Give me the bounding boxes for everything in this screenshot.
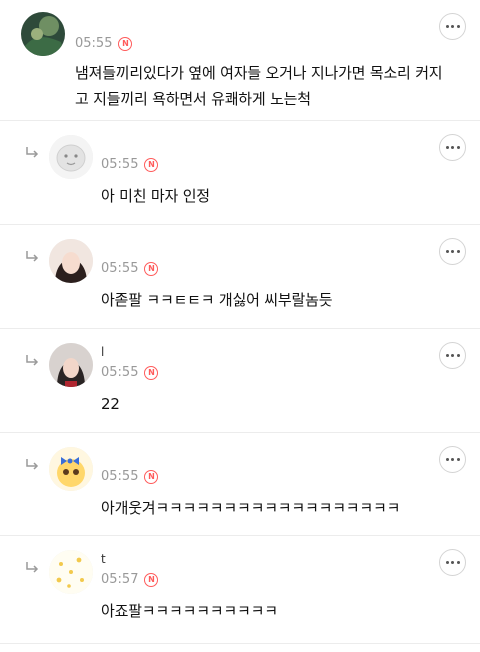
- reply-arrow-icon: [26, 562, 39, 573]
- reply-item: 05:55 N 아졷팔 ㅋㅋㅌㅌㅋ 개싫어 씨부랄놈듯: [0, 225, 480, 329]
- comment-list: 05:55 N 냄져들끼리있다가 옆에 여자들 오거나 지나가면 목소리 커지고…: [0, 0, 480, 644]
- more-icon: [445, 458, 449, 461]
- avatar[interactable]: [49, 239, 93, 283]
- timestamp: 05:55: [75, 36, 113, 51]
- comment-text: 냄져들끼리있다가 옆에 여자들 오거나 지나가면 목소리 커지고 지들끼리 욕하…: [75, 64, 443, 108]
- comment-meta: 05:55 N: [101, 157, 159, 172]
- new-badge-icon: N: [144, 157, 159, 172]
- reply-arrow-icon: [26, 355, 39, 366]
- comment-text: 아개웃겨ㅋㅋㅋㅋㅋㅋㅋㅋㅋㅋㅋㅋㅋㅋㅋㅋㅋㅋ: [101, 499, 401, 517]
- reply-item: l 05:55 N 22: [0, 329, 480, 433]
- more-button[interactable]: [439, 13, 466, 40]
- new-badge-icon: N: [144, 572, 159, 587]
- comment-meta: 05:55 N: [75, 36, 133, 51]
- reply-item: t 05:57 N 아죠팔ㅋㅋㅋㅋㅋㅋㅋㅋㅋㅋ: [0, 536, 480, 644]
- new-badge-icon: N: [118, 36, 133, 51]
- timestamp: 05:55: [101, 469, 139, 484]
- timestamp: 05:55: [101, 365, 139, 380]
- comment-text: 아졷팔 ㅋㅋㅌㅌㅋ 개싫어 씨부랄놈듯: [101, 291, 333, 309]
- reply-arrow-icon: [26, 459, 39, 470]
- comment-meta: 05:57 N: [101, 572, 159, 587]
- more-icon: [445, 250, 449, 253]
- more-button[interactable]: [439, 549, 466, 576]
- comment-meta: 05:55 N: [101, 261, 159, 276]
- new-badge-icon: N: [144, 469, 159, 484]
- avatar[interactable]: [21, 12, 65, 56]
- more-button[interactable]: [439, 134, 466, 161]
- comment-meta: 05:55 N: [101, 365, 159, 380]
- reply-item: 05:55 N 아개웃겨ㅋㅋㅋㅋㅋㅋㅋㅋㅋㅋㅋㅋㅋㅋㅋㅋㅋㅋ: [0, 433, 480, 536]
- nickname[interactable]: l: [101, 345, 104, 359]
- more-icon: [445, 25, 449, 28]
- new-badge-icon: N: [144, 365, 159, 380]
- avatar[interactable]: [49, 550, 93, 594]
- more-icon: [445, 146, 449, 149]
- comment-text: 22: [101, 395, 120, 413]
- nickname[interactable]: t: [101, 552, 106, 566]
- avatar[interactable]: [49, 343, 93, 387]
- avatar[interactable]: [49, 135, 93, 179]
- comment-meta: 05:55 N: [101, 469, 159, 484]
- timestamp: 05:55: [101, 261, 139, 276]
- new-badge-icon: N: [144, 261, 159, 276]
- reply-arrow-icon: [26, 147, 39, 158]
- timestamp: 05:57: [101, 572, 139, 587]
- comment-item: 05:55 N 냄져들끼리있다가 옆에 여자들 오거나 지나가면 목소리 커지고…: [0, 0, 480, 121]
- reply-arrow-icon: [26, 251, 39, 262]
- more-button[interactable]: [439, 342, 466, 369]
- reply-item: 05:55 N 아 미친 마자 인정: [0, 121, 480, 225]
- comment-text: 아 미친 마자 인정: [101, 187, 210, 205]
- avatar[interactable]: [49, 447, 93, 491]
- more-button[interactable]: [439, 238, 466, 265]
- timestamp: 05:55: [101, 157, 139, 172]
- comment-text: 아죠팔ㅋㅋㅋㅋㅋㅋㅋㅋㅋㅋ: [101, 602, 278, 620]
- more-icon: [445, 354, 449, 357]
- more-button[interactable]: [439, 446, 466, 473]
- more-icon: [445, 561, 449, 564]
